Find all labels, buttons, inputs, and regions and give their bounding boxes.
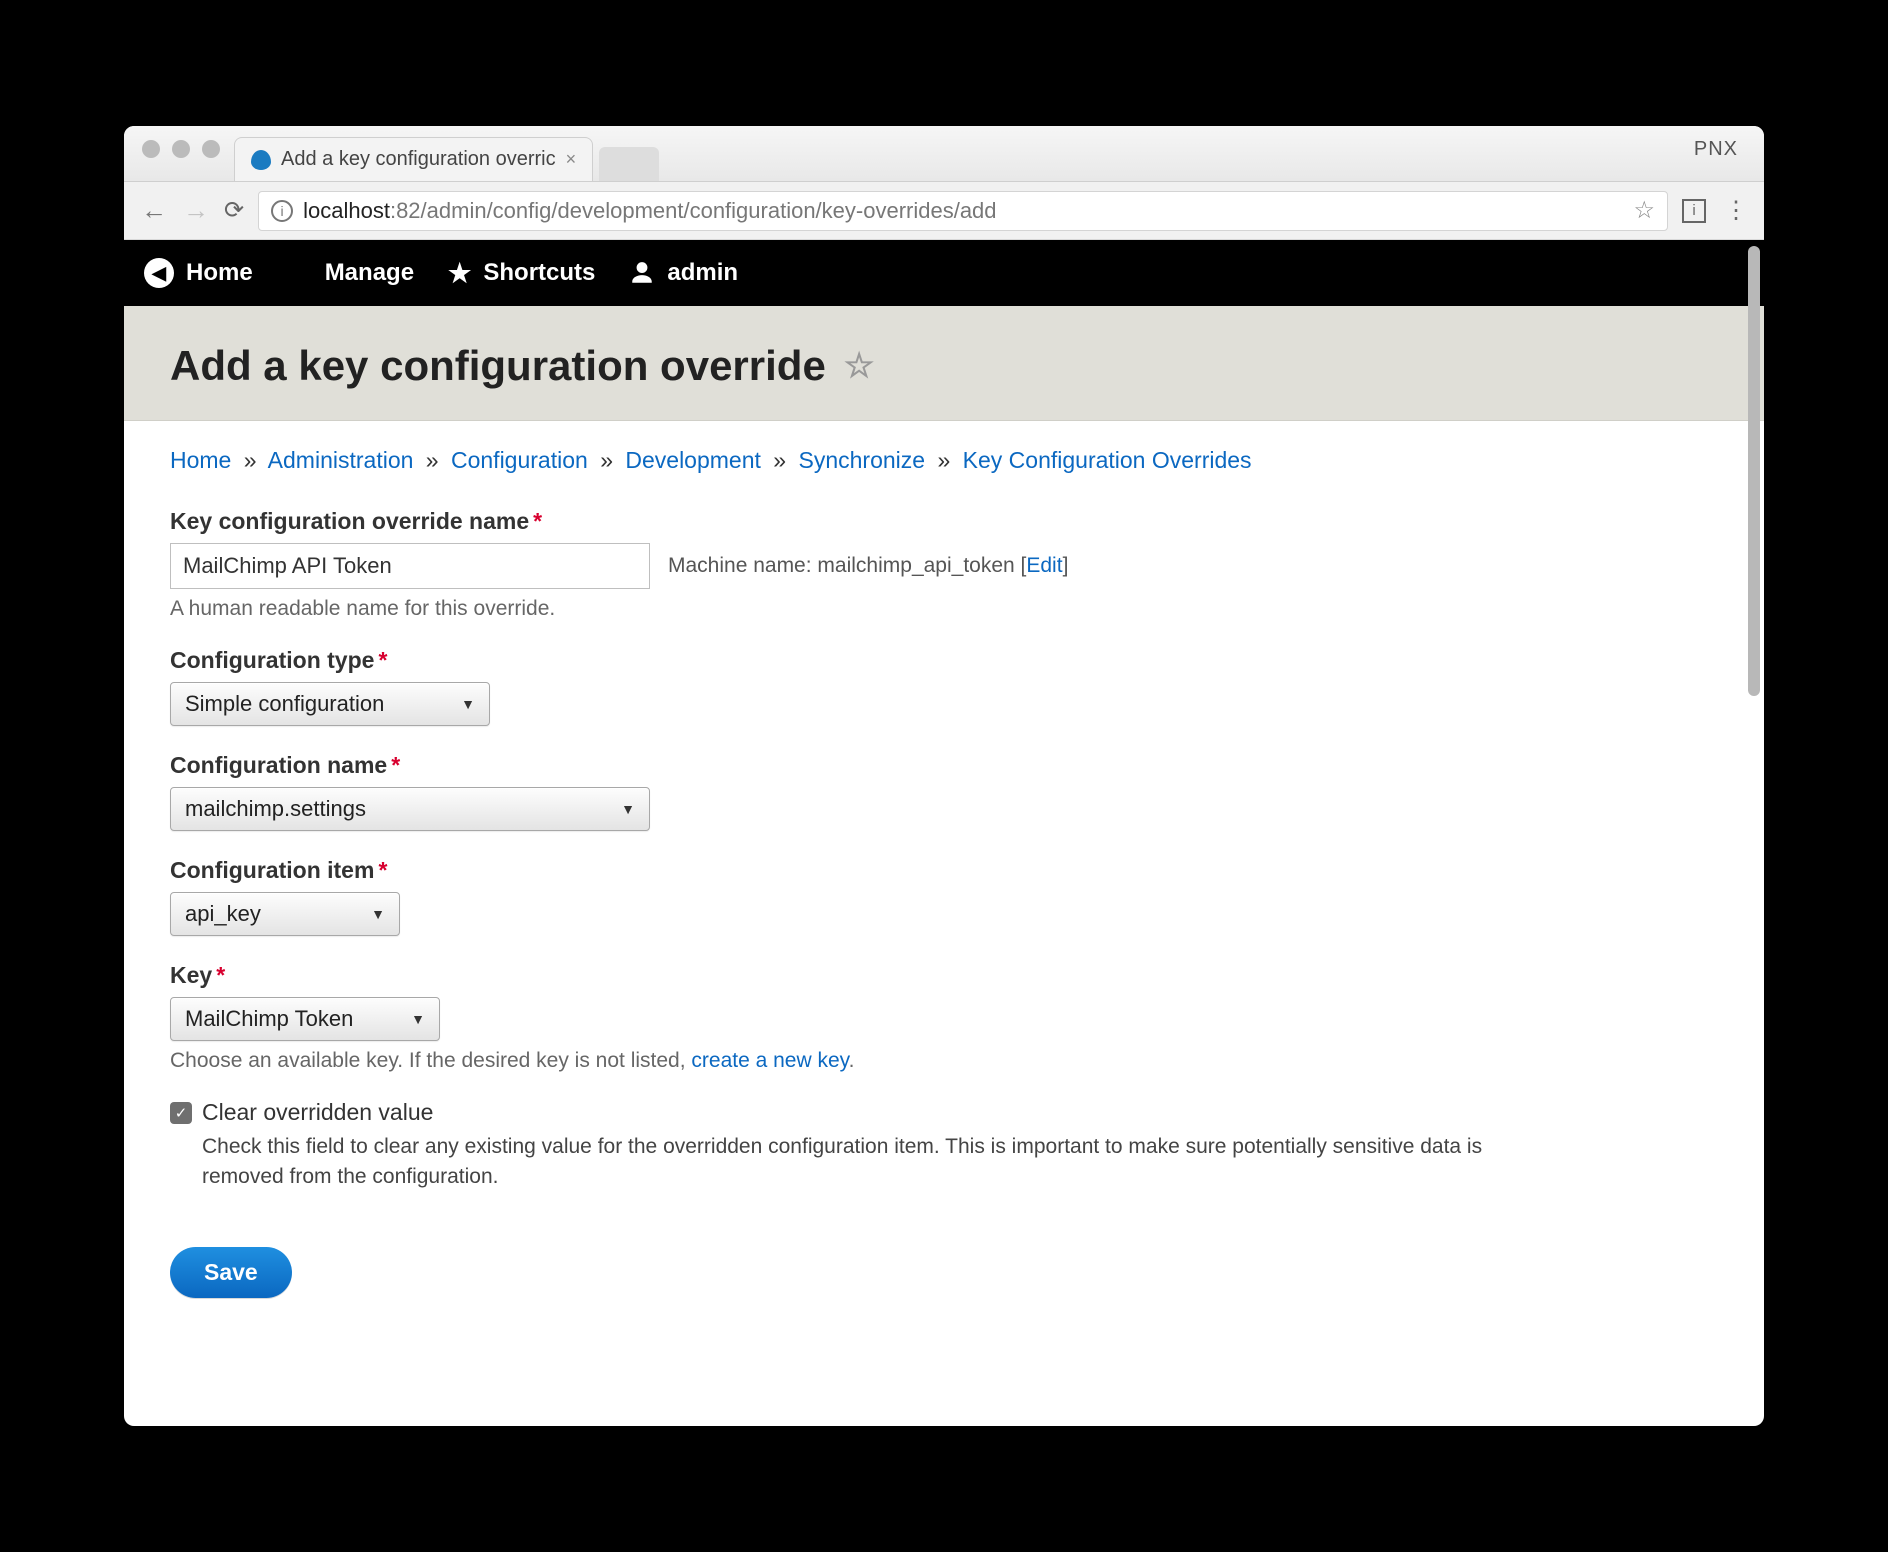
bookmark-star-icon[interactable]: ☆ <box>1633 196 1655 225</box>
toolbar-manage[interactable]: Manage <box>287 259 414 287</box>
key-description: Choose an available key. If the desired … <box>170 1049 1718 1073</box>
field-clear-overridden: ✓ Clear overridden value Check this fiel… <box>170 1099 1718 1193</box>
breadcrumb-home[interactable]: Home <box>170 447 231 473</box>
close-window-icon[interactable] <box>142 140 160 158</box>
toolbar-home[interactable]: ◀ Home <box>144 258 253 288</box>
chevron-down-icon: ▼ <box>411 1011 425 1027</box>
config-item-value: api_key <box>185 901 261 927</box>
key-select[interactable]: MailChimp Token ▼ <box>170 997 440 1041</box>
clear-overridden-label: Clear overridden value <box>202 1099 433 1126</box>
browser-menu-icon[interactable]: ⋮ <box>1724 196 1748 225</box>
chevron-down-icon: ▼ <box>621 801 635 817</box>
back-circle-icon: ◀ <box>144 258 174 288</box>
chevron-down-icon: ▼ <box>461 696 475 712</box>
breadcrumb-key-overrides[interactable]: Key Configuration Overrides <box>963 447 1252 473</box>
label-config-type: Configuration type* <box>170 647 1718 674</box>
clear-overridden-checkbox[interactable]: ✓ <box>170 1102 192 1124</box>
config-item-select[interactable]: api_key ▼ <box>170 892 400 936</box>
breadcrumb-administration[interactable]: Administration <box>268 447 414 473</box>
page-info-icon[interactable]: i <box>1682 199 1706 223</box>
label-key: Key* <box>170 962 1718 989</box>
new-tab-button[interactable] <box>599 147 659 181</box>
page-viewport: ◀ Home Manage ★ Shortcuts admin Add a ke… <box>124 240 1764 1426</box>
hamburger-icon <box>287 267 313 279</box>
label-config-name: Configuration name* <box>170 752 1718 779</box>
favorite-star-icon[interactable]: ☆ <box>844 346 874 386</box>
machine-name: Machine name: mailchimp_api_token [Edit] <box>668 554 1068 578</box>
key-value: MailChimp Token <box>185 1006 353 1032</box>
field-config-type: Configuration type* Simple configuration… <box>170 647 1718 726</box>
minimize-window-icon[interactable] <box>172 140 190 158</box>
config-type-select[interactable]: Simple configuration ▼ <box>170 682 490 726</box>
toolbar-user[interactable]: admin <box>629 259 738 287</box>
url-path: :82/admin/config/development/configurati… <box>390 198 997 223</box>
drupal-icon <box>251 150 271 170</box>
admin-toolbar: ◀ Home Manage ★ Shortcuts admin <box>124 240 1764 306</box>
titlebar: Add a key configuration overric × PNX <box>124 126 1764 182</box>
toolbar-shortcuts[interactable]: ★ Shortcuts <box>448 258 595 289</box>
config-type-value: Simple configuration <box>185 691 384 717</box>
create-key-link[interactable]: create a new key <box>691 1049 848 1072</box>
tab-title: Add a key configuration overric <box>281 148 556 171</box>
toolbar-shortcuts-label: Shortcuts <box>483 259 595 287</box>
override-name-description: A human readable name for this override. <box>170 597 1718 621</box>
config-name-select[interactable]: mailchimp.settings ▼ <box>170 787 650 831</box>
zoom-window-icon[interactable] <box>202 140 220 158</box>
field-override-name: Key configuration override name* Machine… <box>170 508 1718 621</box>
page-title-text: Add a key configuration override <box>170 342 826 390</box>
save-button[interactable]: Save <box>170 1247 292 1298</box>
reload-button[interactable]: ⟳ <box>224 196 244 225</box>
browser-tab[interactable]: Add a key configuration overric × <box>234 137 593 181</box>
breadcrumb-configuration[interactable]: Configuration <box>451 447 588 473</box>
breadcrumb-synchronize[interactable]: Synchronize <box>798 447 925 473</box>
toolbar-home-label: Home <box>186 259 253 287</box>
close-tab-icon[interactable]: × <box>566 149 577 170</box>
browser-menu-icons: i ⋮ <box>1682 196 1748 225</box>
forward-button[interactable]: → <box>182 195 210 226</box>
address-bar: ← → ⟳ i localhost:82/admin/config/develo… <box>124 182 1764 240</box>
chevron-down-icon: ▼ <box>371 906 385 922</box>
content: Home » Administration » Configuration » … <box>124 421 1764 1348</box>
field-key: Key* MailChimp Token ▼ Choose an availab… <box>170 962 1718 1073</box>
toolbar-manage-label: Manage <box>325 259 414 287</box>
url-input[interactable]: i localhost:82/admin/config/development/… <box>258 191 1668 231</box>
site-info-icon[interactable]: i <box>271 200 293 222</box>
field-config-name: Configuration name* mailchimp.settings ▼ <box>170 752 1718 831</box>
window-controls <box>142 140 220 158</box>
browser-window: Add a key configuration overric × PNX ← … <box>124 126 1764 1426</box>
breadcrumb: Home » Administration » Configuration » … <box>170 447 1718 474</box>
required-marker: * <box>533 508 542 534</box>
toolbar-user-label: admin <box>667 259 738 287</box>
clear-overridden-description: Check this field to clear any existing v… <box>202 1132 1562 1193</box>
label-override-name: Key configuration override name* <box>170 508 1718 535</box>
profile-badge[interactable]: PNX <box>1694 138 1738 161</box>
machine-name-edit-link[interactable]: Edit <box>1026 554 1062 577</box>
page-header: Add a key configuration override ☆ <box>124 306 1764 421</box>
breadcrumb-development[interactable]: Development <box>625 447 761 473</box>
url-host: localhost <box>303 198 390 223</box>
config-name-value: mailchimp.settings <box>185 796 366 822</box>
override-name-input[interactable] <box>170 543 650 589</box>
user-icon <box>629 260 655 286</box>
label-config-item: Configuration item* <box>170 857 1718 884</box>
star-icon: ★ <box>448 258 471 289</box>
field-config-item: Configuration item* api_key ▼ <box>170 857 1718 936</box>
scrollbar[interactable] <box>1748 246 1760 696</box>
page-title: Add a key configuration override ☆ <box>170 342 1718 390</box>
back-button[interactable]: ← <box>140 195 168 226</box>
